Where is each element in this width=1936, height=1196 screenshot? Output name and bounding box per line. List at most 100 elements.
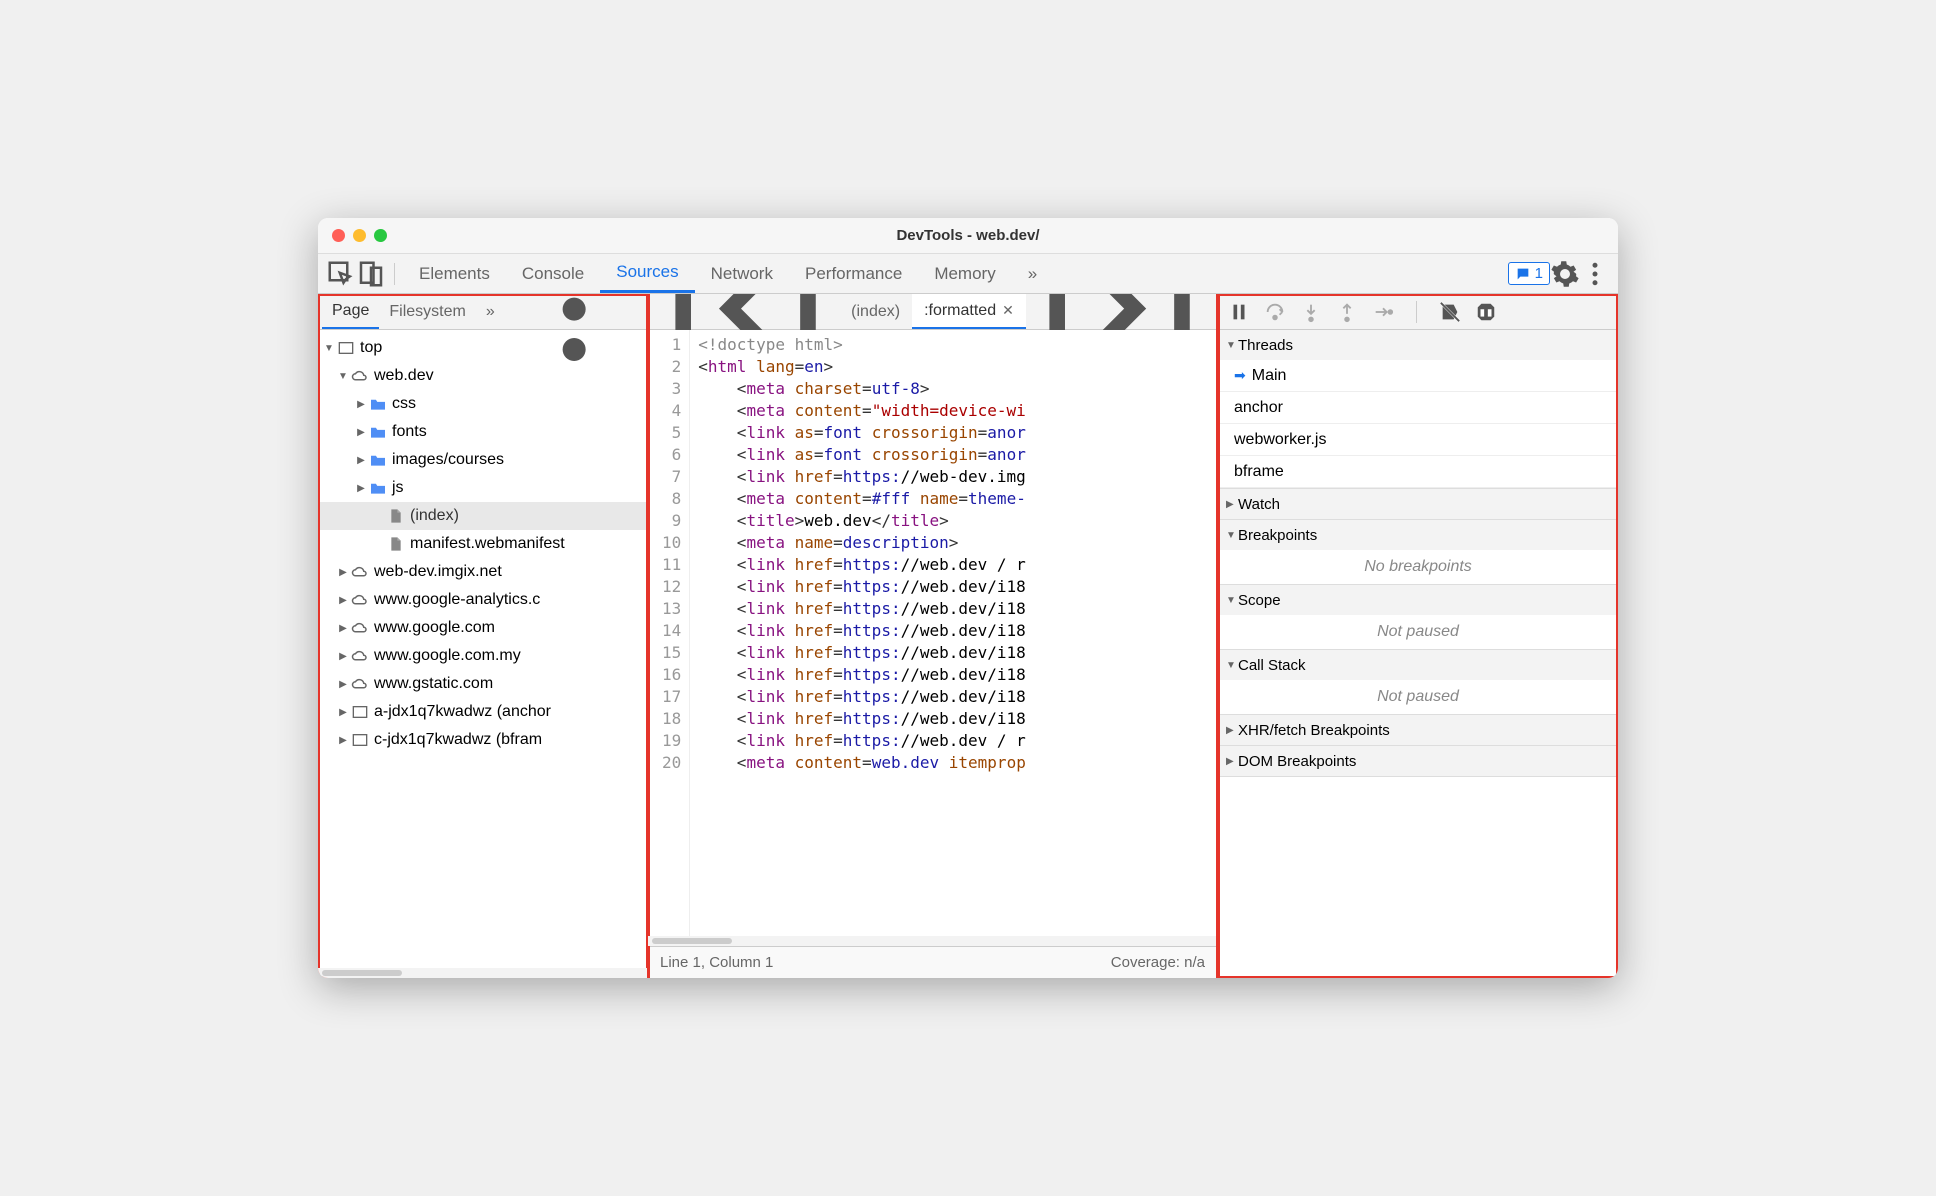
line-number[interactable]: 5 — [662, 422, 681, 444]
editor-tab-label: :formatted — [924, 302, 996, 320]
tree-item-label: www.gstatic.com — [374, 675, 493, 693]
line-number[interactable]: 4 — [662, 400, 681, 422]
debug-section-threads: ▼Threads➡Mainanchorwebworker.jsbframe — [1218, 330, 1618, 489]
minimize-window-button[interactable] — [353, 229, 366, 242]
tree-scrollbar[interactable] — [318, 968, 647, 978]
line-number[interactable]: 13 — [662, 598, 681, 620]
debug-section-breakpoints: ▼BreakpointsNo breakpoints — [1218, 520, 1618, 585]
frame-icon — [350, 705, 370, 719]
editor-tab[interactable]: :formatted ✕ — [912, 294, 1026, 329]
tree-item[interactable]: ▶www.google.com.my — [318, 642, 647, 670]
line-number[interactable]: 8 — [662, 488, 681, 510]
line-number[interactable]: 15 — [662, 642, 681, 664]
tree-item-label: web.dev — [374, 367, 434, 385]
line-number[interactable]: 16 — [662, 664, 681, 686]
tree-item[interactable]: ▶c-jdx1q7kwadwz (bfram — [318, 726, 647, 754]
line-number[interactable]: 1 — [662, 334, 681, 356]
main-tab-performance[interactable]: Performance — [789, 254, 918, 293]
step-over-icon[interactable] — [1264, 301, 1286, 323]
section-header[interactable]: ▼Threads — [1218, 330, 1618, 360]
main-tab-elements[interactable]: Elements — [403, 254, 506, 293]
navigator-tabs: PageFilesystem » — [318, 294, 647, 330]
main-tab-network[interactable]: Network — [695, 254, 789, 293]
tree-item[interactable]: ▶www.google-analytics.c — [318, 586, 647, 614]
expand-arrow-icon: ▼ — [322, 343, 336, 354]
nav-tab-filesystem[interactable]: Filesystem — [379, 294, 475, 329]
section-header[interactable]: ▶DOM Breakpoints — [1218, 746, 1618, 776]
line-number[interactable]: 18 — [662, 708, 681, 730]
maximize-window-button[interactable] — [374, 229, 387, 242]
tree-item[interactable]: ▶css — [318, 390, 647, 418]
thread-item[interactable]: anchor — [1218, 392, 1618, 424]
section-header[interactable]: ▶Watch — [1218, 489, 1618, 519]
pause-on-exceptions-icon[interactable] — [1475, 301, 1497, 323]
line-number[interactable]: 11 — [662, 554, 681, 576]
thread-item[interactable]: bframe — [1218, 456, 1618, 488]
tree-item[interactable]: ▶a-jdx1q7kwadwz (anchor — [318, 698, 647, 726]
section-header[interactable]: ▼Scope — [1218, 585, 1618, 615]
section-toggle-icon: ▼ — [1226, 660, 1238, 671]
code-line: <meta charset=utf-8> — [698, 378, 1026, 400]
tree-item[interactable]: ▶www.google.com — [318, 614, 647, 642]
line-number[interactable]: 20 — [662, 752, 681, 774]
tree-item[interactable]: ▼top — [318, 334, 647, 362]
step-out-icon[interactable] — [1336, 301, 1358, 323]
traffic-lights — [318, 229, 387, 242]
settings-gear-icon[interactable] — [1550, 259, 1580, 289]
close-tab-icon[interactable]: ✕ — [1002, 302, 1014, 319]
tree-item[interactable]: manifest.webmanifest — [318, 530, 647, 558]
editor-tab[interactable]: (index) — [839, 294, 912, 329]
tree-item-label: www.google-analytics.c — [374, 591, 540, 609]
main-tab-console[interactable]: Console — [506, 254, 600, 293]
cloud-icon — [350, 593, 370, 607]
thread-item[interactable]: ➡Main — [1218, 360, 1618, 392]
line-number[interactable]: 9 — [662, 510, 681, 532]
empty-message: Not paused — [1218, 615, 1618, 649]
folder-icon — [368, 425, 388, 439]
close-window-button[interactable] — [332, 229, 345, 242]
titlebar: DevTools - web.dev/ — [318, 218, 1618, 254]
tree-item-label: www.google.com.my — [374, 647, 521, 665]
more-menu-icon[interactable] — [1580, 259, 1610, 289]
line-number[interactable]: 12 — [662, 576, 681, 598]
content-area: PageFilesystem » ▼top▼web.dev▶css▶fonts▶… — [318, 294, 1618, 978]
main-tab-sources[interactable]: Sources — [600, 254, 694, 293]
main-tab-memory[interactable]: Memory — [918, 254, 1011, 293]
line-number[interactable]: 14 — [662, 620, 681, 642]
tree-item[interactable]: ▶images/courses — [318, 446, 647, 474]
pause-icon[interactable] — [1228, 301, 1250, 323]
section-header[interactable]: ▼Breakpoints — [1218, 520, 1618, 550]
tree-item[interactable]: ▼web.dev — [318, 362, 647, 390]
tree-item[interactable]: ▶www.gstatic.com — [318, 670, 647, 698]
separator — [394, 263, 395, 285]
thread-item[interactable]: webworker.js — [1218, 424, 1618, 456]
line-number[interactable]: 17 — [662, 686, 681, 708]
line-number[interactable]: 19 — [662, 730, 681, 752]
frame-icon — [350, 733, 370, 747]
line-number[interactable]: 6 — [662, 444, 681, 466]
line-number[interactable]: 7 — [662, 466, 681, 488]
nav-tabs-overflow-icon[interactable]: » — [476, 294, 505, 329]
tree-item[interactable]: ▶web-dev.imgix.net — [318, 558, 647, 586]
step-icon[interactable] — [1372, 301, 1394, 323]
line-number[interactable]: 10 — [662, 532, 681, 554]
inspect-element-icon[interactable] — [326, 259, 356, 289]
tree-item-label: (index) — [410, 507, 459, 525]
tree-item[interactable]: (index) — [318, 502, 647, 530]
tabs-overflow-icon[interactable]: » — [1012, 254, 1053, 293]
nav-tab-page[interactable]: Page — [322, 294, 379, 329]
debugger-panel: ▼Threads➡Mainanchorwebworker.jsbframe▶Wa… — [1218, 294, 1618, 978]
line-number[interactable]: 3 — [662, 378, 681, 400]
section-header[interactable]: ▶XHR/fetch Breakpoints — [1218, 715, 1618, 745]
deactivate-breakpoints-icon[interactable] — [1439, 301, 1461, 323]
tree-item[interactable]: ▶fonts — [318, 418, 647, 446]
tree-item[interactable]: ▶js — [318, 474, 647, 502]
editor-scrollbar[interactable] — [648, 936, 1217, 946]
device-toolbar-icon[interactable] — [356, 259, 386, 289]
code-editor[interactable]: 1234567891011121314151617181920 <!doctyp… — [648, 330, 1217, 936]
messages-badge[interactable]: 1 — [1508, 262, 1550, 285]
expand-arrow-icon: ▶ — [354, 483, 368, 494]
step-into-icon[interactable] — [1300, 301, 1322, 323]
section-header[interactable]: ▼Call Stack — [1218, 650, 1618, 680]
line-number[interactable]: 2 — [662, 356, 681, 378]
